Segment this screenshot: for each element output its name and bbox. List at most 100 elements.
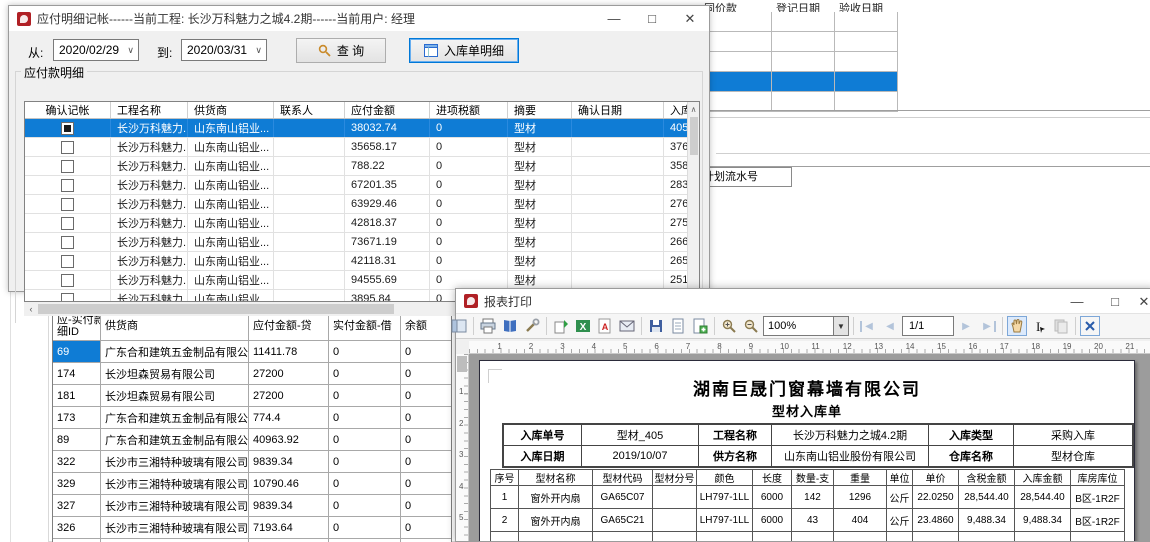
column-header[interactable]: 进项税额 [430,102,508,118]
confirm-checkbox[interactable] [61,179,74,192]
close-button[interactable]: ✕ [671,6,709,31]
id-cell[interactable]: 69 [53,341,101,362]
confirm-checkbox[interactable] [61,255,74,268]
page-number-input[interactable]: 1/1 [902,316,954,336]
column-header[interactable]: 确认日期 [572,102,664,118]
table-row[interactable]: 长沙万科魅力...山东南山铝业...42118.310型材265 [25,252,689,271]
scroll-up-icon[interactable]: ∧ [688,102,699,116]
to-label: 到: [157,44,172,61]
hand-tool-button[interactable] [1007,316,1027,336]
payable-detail-group-label: 应付款明细 [21,64,87,81]
confirm-checkbox[interactable] [61,141,74,154]
confirm-checkbox[interactable] [61,122,74,135]
page-icon[interactable] [668,316,688,336]
maximize-button[interactable]: □ [1096,289,1134,314]
excel-export-icon[interactable]: X [573,316,593,336]
confirm-checkbox[interactable] [61,198,74,211]
from-date-combo[interactable]: 2020/02/29∨ [53,39,139,61]
confirm-checkbox[interactable] [61,293,74,303]
confirm-checkbox[interactable] [61,160,74,173]
table-row[interactable] [700,32,898,52]
column-header[interactable]: 入库 [664,102,689,118]
table-row[interactable]: 长沙万科魅力...山东南山铝业...35658.170型材376 [25,138,689,157]
id-cell[interactable]: 89 [53,429,101,450]
scrollbar-thumb[interactable] [690,117,698,155]
text-select-tool-button[interactable]: I [1029,316,1049,336]
save-icon[interactable] [646,316,666,336]
copy-pages-button[interactable] [1051,316,1071,336]
panel-toggle-icon[interactable] [449,316,469,336]
item-cell [887,532,913,541]
column-header[interactable]: 工程名称 [111,102,188,118]
minimize-button[interactable]: — [1058,289,1096,314]
table-row[interactable]: 329长沙市三湘特种玻璃有限公司10790.4600 [53,473,451,495]
close-button[interactable]: ✕ [1134,289,1150,314]
table-row[interactable]: 69广东合和建筑五金制品有限公司11411.7800 [53,341,451,363]
prev-page-button[interactable]: ◀ [880,316,900,336]
pdf-export-icon[interactable]: A [595,316,615,336]
report-icon[interactable] [690,316,710,336]
next-page-button[interactable]: ▶ [956,316,976,336]
item-row: 2窗外开内扇GA65C21LH797-1LL600043404公斤23.4860… [491,509,1124,532]
minimize-button[interactable]: — [595,6,633,31]
scrollbar-thumb[interactable] [38,304,394,314]
column-header[interactable]: 应付金额 [345,102,430,118]
confirm-checkbox[interactable] [61,236,74,249]
close-preview-button[interactable] [1080,316,1100,336]
table-row[interactable] [700,92,898,112]
table-row[interactable]: 长沙万科魅力...山东南山铝业...42818.370型材275 [25,214,689,233]
table-row[interactable]: 长沙万科魅力...山东南山铝业...63929.460型材276 [25,195,689,214]
id-cell[interactable]: 173 [53,407,101,428]
table-row[interactable]: 长沙万科魅力...山东南山铝业...38032.740型材405 [25,119,689,138]
to-date-combo[interactable]: 2020/03/31∨ [181,39,267,61]
payable-detail-table[interactable]: 确认记帐工程名称供货商联系人应付金额进项税额摘要确认日期入库长沙万科魅力...山… [24,101,700,302]
book-icon[interactable] [500,316,520,336]
confirm-checkbox[interactable] [61,217,74,230]
scroll-left-icon[interactable]: ‹ [24,304,38,314]
id-cell[interactable]: 322 [53,451,101,472]
payable-account-table[interactable]: 应-实付款明细ID供货商应付金额-贷实付金额-借余额69广东合和建筑五金制品有限… [52,310,452,542]
print-icon[interactable] [478,316,498,336]
confirm-checkbox[interactable] [61,274,74,287]
payable-detail-titlebar[interactable]: 应付明细记帐------当前工程: 长沙万科魅力之城4.2期------当前用户… [9,6,709,31]
table-row[interactable]: 181长沙坦森贸易有限公司2720000 [53,385,451,407]
column-header[interactable]: 联系人 [274,102,345,118]
table-row[interactable]: 长沙万科魅力...山东南山铝业...67201.350型材283 [25,176,689,195]
table-row[interactable] [700,72,898,92]
table-cell: 0 [430,252,508,270]
table-row[interactable] [700,12,898,32]
table-row[interactable]: 173广东合和建筑五金制品有限公司774.400 [53,407,451,429]
mail-icon[interactable] [617,316,637,336]
table-row[interactable]: 322长沙市三湘特种玻璃有限公司9839.3400 [53,451,451,473]
id-cell[interactable]: 327 [53,495,101,516]
tools-icon[interactable] [522,316,542,336]
inbound-detail-button[interactable]: 入库单明细 [409,38,519,63]
table-row[interactable]: 长沙万科魅力...山东南山铝业...788.220型材358 [25,157,689,176]
table-row[interactable]: 长沙万科魅力...山东南山铝业...73671.190型材266 [25,233,689,252]
zoom-in-icon[interactable] [719,316,739,336]
table-row[interactable]: 174长沙坦森贸易有限公司2720000 [53,363,451,385]
maximize-button[interactable]: □ [633,6,671,31]
id-cell[interactable]: 329 [53,473,101,494]
zoom-level-select[interactable]: 100% ▼ [763,316,849,336]
ruler-scroll-thumb[interactable] [457,356,467,372]
query-button[interactable]: 查 询 [296,38,386,63]
id-cell[interactable]: 326 [53,517,101,538]
column-header[interactable]: 摘要 [508,102,572,118]
column-header[interactable]: 确认记帐 [25,102,111,118]
table-cell: 0 [329,517,401,538]
table-row[interactable] [700,52,898,72]
export-icon[interactable] [551,316,571,336]
id-cell[interactable]: 174 [53,363,101,384]
last-page-button[interactable]: ▶ [978,316,998,336]
column-header[interactable]: 供货商 [188,102,274,118]
table-row[interactable]: 326长沙市三湘特种玻璃有限公司7193.6400 [53,517,451,539]
zoom-out-icon[interactable] [741,316,761,336]
table-row[interactable]: 89广东合和建筑五金制品有限公司40963.9200 [53,429,451,451]
id-cell[interactable]: 181 [53,385,101,406]
report-print-titlebar[interactable]: 报表打印 — □ ✕ [456,289,1150,313]
vertical-scrollbar[interactable]: ∧ ∨ [687,102,699,298]
first-page-button[interactable]: ◀ [858,316,878,336]
table-row[interactable]: 327长沙市三湘特种玻璃有限公司9839.3400 [53,495,451,517]
print-preview-area[interactable]: 湖南巨晟门窗幕墙有限公司 型材入库单 入库单号型材_405工程名称长沙万科魅力之… [469,354,1150,541]
